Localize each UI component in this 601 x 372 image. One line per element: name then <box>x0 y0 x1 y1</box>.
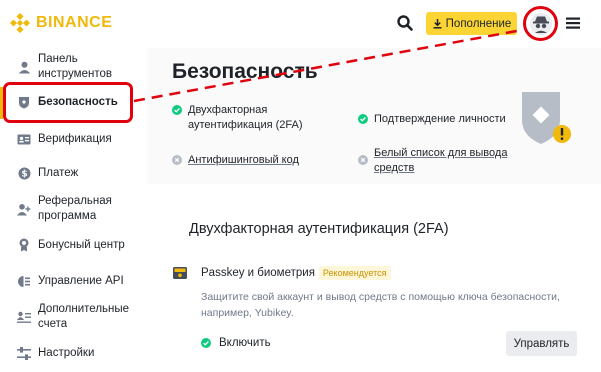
user-plus-icon <box>17 202 31 216</box>
label-line: аутентификация (2FA) <box>188 119 303 131</box>
sidebar-item-settings[interactable]: Настройки <box>0 344 147 362</box>
shield-icon <box>17 95 31 109</box>
sidebar-item-api-management[interactable]: Управление API <box>0 272 147 290</box>
security-overview: Безопасность Двухфакторная аутентификаци… <box>147 48 601 184</box>
check-circle-icon <box>358 114 368 124</box>
user-icon <box>17 60 31 74</box>
dollar-icon: $ <box>17 166 31 180</box>
top-header: BINANCE Пополнение <box>0 0 601 48</box>
pending-circle-icon <box>172 155 182 165</box>
id-card-icon <box>17 132 31 146</box>
label-line: Двухфакторная <box>188 104 268 116</box>
sidebar-item-security[interactable]: Безопасность <box>0 93 147 111</box>
label-line: Реферальная <box>38 195 112 207</box>
menu-icon <box>566 17 580 29</box>
sidebar-item-label: Платеж <box>38 166 79 179</box>
check-circle-icon <box>201 338 211 348</box>
sidebar-item-referral[interactable]: Реферальная программа <box>0 193 147 225</box>
sidebar-item-label: Верификация <box>38 132 112 145</box>
check-link[interactable]: Белый список для вывода средств <box>358 146 507 176</box>
sidebar-item-label: Бонусный центр <box>38 238 125 251</box>
sidebar: Панель инструментов Безопасность Верифик… <box>0 48 147 372</box>
search-button[interactable] <box>396 14 414 32</box>
sliders-icon <box>17 346 31 360</box>
user-avatar-button[interactable] <box>523 6 558 41</box>
svg-text:$: $ <box>21 169 27 179</box>
deposit-button[interactable]: Пополнение <box>426 12 517 35</box>
sidebar-item-label: Управление API <box>38 274 124 287</box>
check-link[interactable]: Антифишинговый код <box>172 153 299 168</box>
security-shield-warning-icon <box>522 92 571 144</box>
manage-button[interactable]: Управлять <box>506 331 577 356</box>
method-name: Passkey и биометрия <box>201 267 315 279</box>
check-label: Подтверждение личности <box>374 113 506 125</box>
main-content: Безопасность Двухфакторная аутентификаци… <box>147 48 601 372</box>
download-icon <box>433 19 442 29</box>
label-line: программа <box>38 210 97 222</box>
sidebar-item-label: Дополнительные счета <box>38 302 129 332</box>
medal-icon <box>17 238 31 252</box>
sidebar-item-label: Реферальная программа <box>38 194 112 224</box>
sub-accounts-icon <box>17 310 31 324</box>
twofa-panel: Двухфакторная аутентификация (2FA) Passk… <box>147 184 601 372</box>
incognito-avatar-icon <box>529 12 552 35</box>
check-antiphishing[interactable]: Антифишинговый код <box>172 153 299 168</box>
label-line: Белый список для вывода <box>374 147 508 159</box>
logo-text: BINANCE <box>36 14 113 31</box>
section-title: Двухфакторная аутентификация (2FA) <box>189 221 449 237</box>
sidebar-item-label: Настройки <box>38 346 95 359</box>
sidebar-item-label: Панель инструментов <box>38 53 112 80</box>
check-label: Двухфакторная аутентификация (2FA) <box>172 103 303 133</box>
check-2fa: Двухфакторная аутентификация (2FA) <box>172 103 303 133</box>
label-line: Дополнительные <box>38 303 130 315</box>
recommended-badge: Рекомендуется <box>318 266 391 280</box>
binance-diamond-icon <box>10 13 30 33</box>
status-label: Включить <box>219 337 271 349</box>
method-status: Включить <box>201 337 271 349</box>
method-title: Passkey и биометрия Рекомендуется <box>201 266 391 280</box>
sidebar-item-bonus-center[interactable]: Бонусный центр <box>0 236 147 254</box>
sidebar-item-verification[interactable]: Верификация <box>0 130 147 148</box>
check-identity: Подтверждение личности <box>358 112 506 127</box>
deposit-label: Пополнение <box>445 17 512 30</box>
sidebar-item-sub-accounts[interactable]: Дополнительные счета <box>0 301 147 333</box>
api-icon <box>17 274 31 288</box>
binance-logo[interactable]: BINANCE <box>10 13 112 33</box>
pending-circle-icon <box>358 155 368 165</box>
sidebar-item-payment[interactable]: $ Платеж <box>0 164 147 182</box>
check-circle-icon <box>172 105 182 115</box>
passkey-icon <box>173 267 187 279</box>
check-whitelist[interactable]: Белый список для вывода средств <box>358 146 507 176</box>
label-line: средств <box>374 162 415 174</box>
sidebar-item-dashboard[interactable]: Панель инструментов <box>0 53 147 80</box>
method-description: Защитите свой аккаунт и вывод средств с … <box>201 291 560 319</box>
page-title: Безопасность <box>172 60 318 83</box>
sidebar-item-label: Безопасность <box>38 95 118 108</box>
search-icon <box>397 15 413 31</box>
hamburger-menu-button[interactable] <box>566 16 580 30</box>
label-line: счета <box>38 318 68 330</box>
